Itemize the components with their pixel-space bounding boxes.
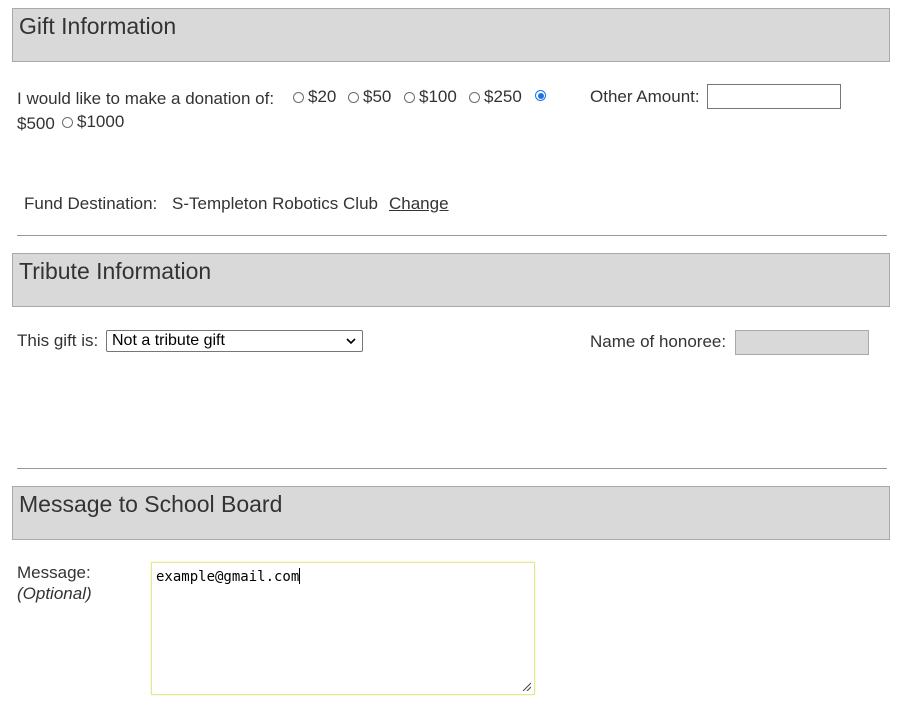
amount-label-250: $250 <box>484 87 522 106</box>
chevron-down-icon <box>346 338 356 345</box>
amount-label-20: $20 <box>308 87 337 106</box>
amount-option-20[interactable]: $20 <box>293 87 336 107</box>
amount-option-250[interactable]: $250 <box>469 87 522 107</box>
message-text: example@gmail.com <box>156 569 300 585</box>
tribute-info-header: Tribute Information <box>12 253 890 307</box>
amount-option-1000[interactable]: $1000 <box>62 112 124 132</box>
honoree-input <box>735 330 869 355</box>
donation-prompt: I would like to make a donation of: <box>17 89 275 108</box>
divider <box>17 468 887 469</box>
text-caret <box>299 568 301 584</box>
radio-1000[interactable] <box>62 116 73 128</box>
tribute-info-title: Tribute Information <box>19 258 212 284</box>
divider <box>17 235 887 236</box>
radio-100[interactable] <box>404 91 415 103</box>
honoree-label: Name of honoree: <box>590 332 727 351</box>
radio-250[interactable] <box>469 91 480 103</box>
other-amount-label: Other Amount: <box>590 87 700 106</box>
tribute-type-select[interactable]: Not a tribute gift <box>106 330 363 352</box>
amount-option-100[interactable]: $100 <box>404 87 457 107</box>
resize-handle-icon[interactable] <box>521 681 531 691</box>
change-fund-link[interactable]: Change <box>389 194 449 214</box>
fund-destination-label: Fund Destination: <box>24 194 158 213</box>
radio-500[interactable] <box>535 90 546 101</box>
tribute-type-selected: Not a tribute gift <box>112 332 225 349</box>
message-title: Message to School Board <box>19 491 283 517</box>
amount-label-100: $100 <box>419 87 457 106</box>
message-label: Message: <box>17 563 91 582</box>
amount-label-1000: $1000 <box>77 112 125 131</box>
amount-label-500: $500 <box>17 114 55 133</box>
gift-is-label: This gift is: <box>17 331 99 350</box>
radio-50[interactable] <box>348 91 359 103</box>
gift-info-title: Gift Information <box>19 13 177 39</box>
message-optional-note: (Optional) <box>17 584 92 603</box>
amount-label-50: $50 <box>363 87 392 106</box>
radio-20[interactable] <box>293 91 304 103</box>
message-textarea[interactable]: example@gmail.com <box>151 562 535 695</box>
gift-info-header: Gift Information <box>12 8 890 62</box>
message-header: Message to School Board <box>12 486 890 540</box>
amount-option-50[interactable]: $50 <box>348 87 391 107</box>
fund-destination-value: S-Templeton Robotics Club <box>172 194 378 213</box>
other-amount-input[interactable] <box>707 84 841 109</box>
